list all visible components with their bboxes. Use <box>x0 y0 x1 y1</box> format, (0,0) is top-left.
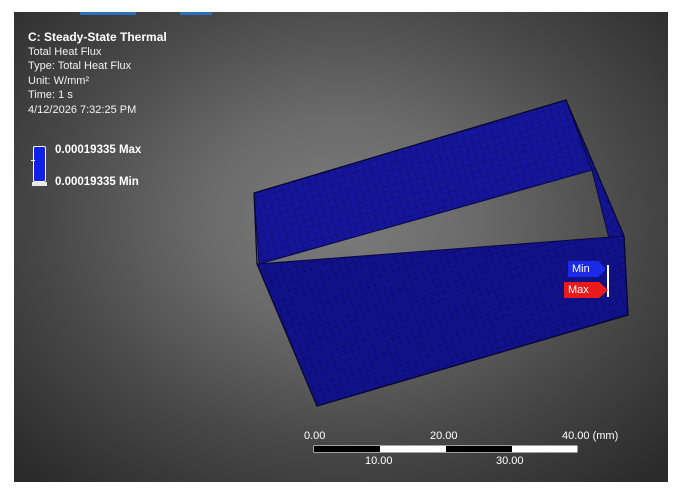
scale-tick-20: 20.00 <box>430 430 458 442</box>
app-window: C: Steady-State Thermal Total Heat Flux … <box>0 0 682 491</box>
scale-tick-0: 0.00 <box>304 430 326 442</box>
scale-tick-30: 30.00 <box>496 455 524 467</box>
scale-bar-segment-2 <box>380 446 446 452</box>
scale-bar <box>313 445 578 453</box>
scale-tick-40: 40.00 (mm) <box>562 430 619 442</box>
scale-tick-10: 10.00 <box>365 455 393 467</box>
scale-bar-segment-4 <box>512 446 577 452</box>
scale-bar-segment-1 <box>314 446 380 452</box>
scale-bar-segment-3 <box>446 446 512 452</box>
graphics-viewport[interactable]: C: Steady-State Thermal Total Heat Flux … <box>14 12 668 482</box>
